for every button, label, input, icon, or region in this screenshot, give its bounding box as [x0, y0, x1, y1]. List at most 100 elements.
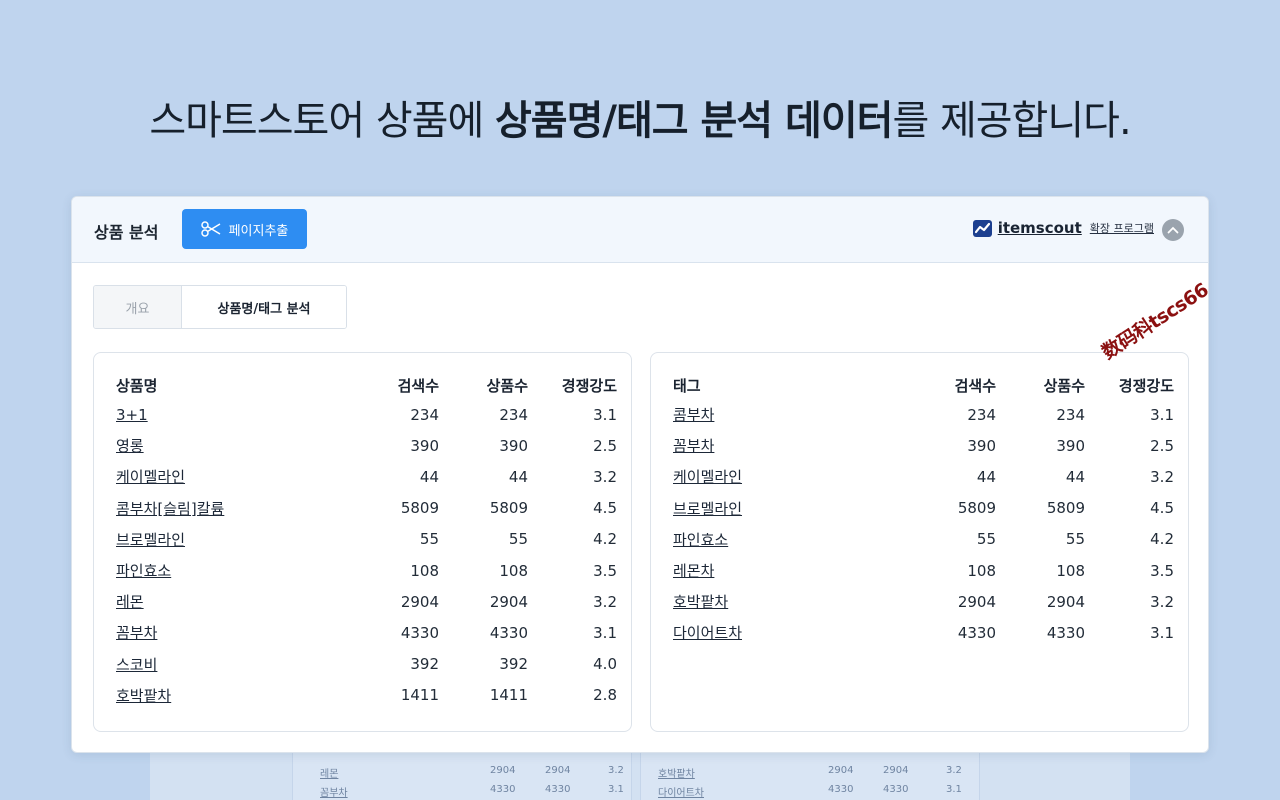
keyword-cell: 호박팥차 [116, 680, 350, 711]
value-cell: 108 [410, 561, 439, 580]
keyword-link[interactable]: 다이어트차 [673, 624, 742, 642]
headline-prefix: 스마트스토어 상품에 [149, 98, 495, 144]
table-row: 브로멜라인 55 55 4.2 [116, 524, 617, 555]
tab-overview[interactable]: 개요 [94, 286, 182, 328]
brand[interactable]: itemscout 확장 프로그램 [972, 219, 1154, 237]
ghost-cell: 3.1 [608, 784, 624, 795]
ghost-cell: 꼼부차 [320, 788, 348, 799]
value-cell: 44 [1065, 467, 1085, 486]
keyword-link[interactable]: 콤부차 [673, 406, 714, 424]
headline: 스마트스토어 상품에 상품명/태그 분석 데이터를 제공합니다. [0, 88, 1280, 146]
keyword-cell: 콤부차 [673, 399, 907, 430]
itemscout-logo-icon [972, 219, 992, 237]
value-cell: 392 [410, 655, 439, 674]
table-row: 꼼부차 4330 4330 3.1 [116, 617, 617, 648]
chevron-up-icon [1167, 226, 1179, 234]
value-cell: 4.0 [593, 655, 617, 674]
value-cell: 2.8 [593, 686, 617, 705]
keyword-cell: 스코비 [116, 649, 350, 680]
ghost-cell: 3.2 [608, 765, 624, 776]
value-cell: 4.2 [593, 530, 617, 549]
keyword-link[interactable]: 콤부차[슬림]칼륨 [116, 500, 224, 518]
ghost-cell: 2904 [545, 765, 571, 776]
keyword-link[interactable]: 케이멜라인 [673, 468, 742, 486]
column-header: 태그 [673, 376, 701, 395]
value-cell: 108 [967, 561, 996, 580]
value-cell: 2.5 [593, 436, 617, 455]
value-cell: 234 [967, 405, 996, 424]
value-cell: 2904 [489, 592, 528, 611]
keyword-link[interactable]: 스코비 [116, 656, 157, 674]
value-cell: 390 [967, 436, 996, 455]
tab-name-tag-analysis[interactable]: 상품명/태그 분석 [182, 286, 346, 328]
table-row: 브로멜라인 5809 5809 4.5 [673, 493, 1174, 524]
value-cell: 390 [1056, 436, 1085, 455]
table-row: 케이멜라인 44 44 3.2 [673, 461, 1174, 492]
keyword-link[interactable]: 브로멜라인 [673, 500, 742, 518]
keyword-cell: 다이어트차 [673, 617, 907, 648]
keyword-link[interactable]: 파인효소 [116, 562, 171, 580]
value-cell: 234 [499, 405, 528, 424]
value-cell: 55 [976, 530, 996, 549]
keyword-cell: 케이멜라인 [673, 461, 907, 492]
value-cell: 2904 [957, 592, 996, 611]
value-cell: 55 [508, 530, 528, 549]
collapse-button[interactable] [1162, 219, 1184, 241]
table-row: 레몬차 108 108 3.5 [673, 555, 1174, 586]
keyword-link[interactable]: 레몬차 [673, 562, 714, 580]
keyword-link[interactable]: 영롱 [116, 437, 144, 455]
keyword-link[interactable]: 꼼부차 [116, 624, 157, 642]
ghost-cell: 레몬 [320, 769, 339, 780]
value-cell: 2.5 [1150, 436, 1174, 455]
keyword-link[interactable]: 레몬 [116, 593, 144, 611]
headline-bold: 상품명/태그 분석 데이터 [494, 98, 893, 144]
keyword-link[interactable]: 호박팥차 [673, 593, 728, 611]
table-row: 레몬 2904 2904 3.2 [116, 586, 617, 617]
keyword-link[interactable]: 꼼부차 [673, 437, 714, 455]
value-cell: 5809 [957, 499, 996, 518]
keyword-cell: 브로멜라인 [116, 524, 350, 555]
keyword-cell: 호박팥차 [673, 586, 907, 617]
column-header: 경쟁강도 [1118, 376, 1174, 395]
keyword-link[interactable]: 3+1 [116, 406, 148, 424]
value-cell: 392 [499, 655, 528, 674]
value-cell: 108 [1056, 561, 1085, 580]
column-header: 상품수 [1043, 376, 1085, 395]
value-cell: 3.1 [593, 405, 617, 424]
ghost-cell: 2904 [883, 765, 909, 776]
value-cell: 3.2 [1150, 467, 1174, 486]
panel-header: 상품 분석 페이지추출 itemscout 확장 프로그램 [72, 197, 1208, 263]
tag-table-card: 태그 검색수 상품수 경쟁강도 콤부차 234 234 3.1 꼼부차 390 390 2.5… [650, 352, 1189, 732]
keyword-link[interactable]: 브로멜라인 [116, 531, 185, 549]
keyword-cell: 파인효소 [116, 555, 350, 586]
value-cell: 3.2 [593, 467, 617, 486]
column-header: 경쟁강도 [561, 376, 617, 395]
value-cell: 55 [1065, 530, 1085, 549]
value-cell: 234 [410, 405, 439, 424]
table-row: 콤부차 234 234 3.1 [673, 399, 1174, 430]
value-cell: 3.1 [1150, 623, 1174, 642]
value-cell: 44 [419, 467, 439, 486]
analysis-tabs: 개요 상품명/태그 분석 [93, 285, 347, 329]
column-header: 상품명 [116, 376, 158, 395]
keyword-cell: 영롱 [116, 430, 350, 461]
value-cell: 4.5 [1150, 499, 1174, 518]
value-cell: 3.1 [593, 623, 617, 642]
ghost-cell: 2904 [828, 765, 854, 776]
keyword-link[interactable]: 호박팥차 [116, 687, 171, 705]
keyword-link[interactable]: 파인효소 [673, 531, 728, 549]
ghost-cell: 4330 [490, 784, 516, 795]
scissors-icon [200, 221, 220, 237]
keyword-link[interactable]: 케이멜라인 [116, 468, 185, 486]
table-row: 호박팥차 1411 1411 2.8 [116, 680, 617, 711]
product-analysis-panel: 상품 분석 페이지추출 itemscout 확장 프로그램 개요 상품명/태그 … [71, 196, 1209, 753]
value-cell: 4330 [489, 623, 528, 642]
value-cell: 4330 [1046, 623, 1085, 642]
ghost-cell: 2904 [490, 765, 516, 776]
ghost-cell: 4330 [883, 784, 909, 795]
page-extract-button[interactable]: 페이지추출 [182, 209, 307, 249]
value-cell: 3.5 [1150, 561, 1174, 580]
keyword-cell: 꼼부차 [673, 430, 907, 461]
table-row: 케이멜라인 44 44 3.2 [116, 461, 617, 492]
keyword-cell: 3+1 [116, 399, 350, 430]
